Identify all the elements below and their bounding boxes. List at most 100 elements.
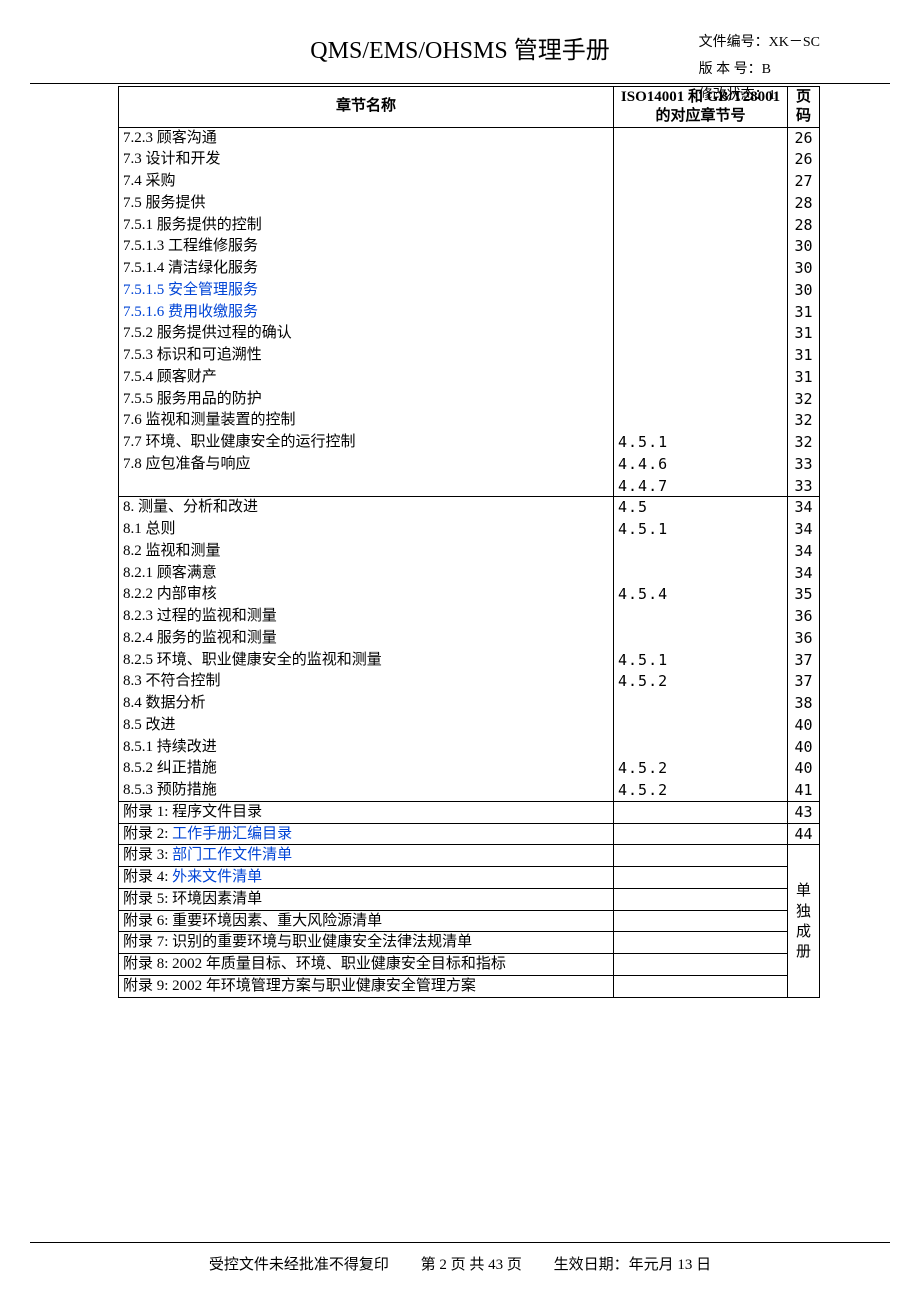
toc-sec <box>614 192 788 214</box>
toc-row: 7.3 设计和开发26 <box>119 149 820 171</box>
toc-page: 40 <box>788 736 820 758</box>
doc-no-row: 文件编号：XK－SC <box>699 30 820 57</box>
toc-sec: 4.5.2 <box>614 780 788 802</box>
toc-row: 8.5.3 预防措施4.5.241 <box>119 780 820 802</box>
toc-sec: 4.5 <box>614 497 788 519</box>
toc-page: 37 <box>788 671 820 693</box>
toc-row: 8.1 总则4.5.134 <box>119 519 820 541</box>
toc-name: 8.2.3 过程的监视和测量 <box>119 606 614 628</box>
toc-name: 7.5.1.3 工程维修服务 <box>119 236 614 258</box>
toc-sec <box>614 736 788 758</box>
appendix-name: 附录 3: 部门工作文件清单 <box>119 845 614 867</box>
appendix-merged-page: 单 独 成 册 <box>788 845 820 997</box>
appendix-sec <box>614 910 788 932</box>
toc-name: 7.5.3 标识和可追溯性 <box>119 345 614 367</box>
toc-row: 7.5.1 服务提供的控制28 <box>119 214 820 236</box>
toc-name: 7.5.1.4 清洁绿化服务 <box>119 258 614 280</box>
toc-row: 8.2.1 顾客满意34 <box>119 562 820 584</box>
toc-sec: 4.4.6 <box>614 453 788 475</box>
toc-row: 8.5.1 持续改进40 <box>119 736 820 758</box>
toc-sec: 4.5.1 <box>614 649 788 671</box>
toc-page: 30 <box>788 258 820 280</box>
appendix-name: 附录 6: 重要环境因素、重大风险源清单 <box>119 910 614 932</box>
toc-sec <box>614 236 788 258</box>
footer-mid: 第 2 页 共 43 页 <box>421 1257 522 1273</box>
toc-sec <box>614 606 788 628</box>
appendix-row: 附录 9: 2002 年环境管理方案与职业健康安全管理方案 <box>119 975 820 997</box>
appendix-name: 附录 5: 环境因素清单 <box>119 888 614 910</box>
toc-sec: 4.5.1 <box>614 519 788 541</box>
toc-row: 7.5.1.5 安全管理服务 30 <box>119 279 820 301</box>
appendix-name: 附录 7: 识别的重要环境与职业健康安全法律法规清单 <box>119 932 614 954</box>
toc-row: 8.2.3 过程的监视和测量 36 <box>119 606 820 628</box>
toc-page: 36 <box>788 606 820 628</box>
toc-sec <box>614 171 788 193</box>
appendix-name: 附录 9: 2002 年环境管理方案与职业健康安全管理方案 <box>119 975 614 997</box>
toc-row: 7.5.5 服务用品的防护 32 <box>119 388 820 410</box>
toc-row: 7.2.3 顾客沟通26 <box>119 127 820 149</box>
appendix-sec <box>614 801 788 823</box>
toc-sec <box>614 127 788 149</box>
toc-name: 8.4 数据分析 <box>119 693 614 715</box>
toc-row: 7.5.3 标识和可追溯性31 <box>119 345 820 367</box>
toc-sec: 4.5.4 <box>614 584 788 606</box>
toc-page: 34 <box>788 540 820 562</box>
toc-name: 8.3 不符合控制 <box>119 671 614 693</box>
toc-sec <box>614 540 788 562</box>
page-header: QMS/EMS/OHSMS 管理手册 文件编号：XK－SC 版 本 号：B 修改… <box>0 30 920 65</box>
toc-row: 7.5.2 服务提供过程的确认 31 <box>119 323 820 345</box>
toc-sec <box>614 562 788 584</box>
appendix-name: 附录 1: 程序文件目录 <box>119 801 614 823</box>
toc-row: 8.2.4 服务的监视和测量 36 <box>119 627 820 649</box>
appendix-row: 附录 2: 工作手册汇编目录44 <box>119 823 820 845</box>
appendix-sec <box>614 932 788 954</box>
toc-name: 8.2.1 顾客满意 <box>119 562 614 584</box>
toc-page: 36 <box>788 627 820 649</box>
toc-page: 32 <box>788 410 820 432</box>
toc-name: 7.4 采购 <box>119 171 614 193</box>
toc-page: 31 <box>788 366 820 388</box>
appendix-row: 附录 5: 环境因素清单 <box>119 888 820 910</box>
toc-page: 32 <box>788 388 820 410</box>
appendix-sec <box>614 845 788 867</box>
toc-name: 7.5.1 服务提供的控制 <box>119 214 614 236</box>
footer-right: 生效日期：年元月 13 日 <box>554 1257 712 1273</box>
toc-page: 32 <box>788 432 820 454</box>
toc-row: 8.4 数据分析 38 <box>119 693 820 715</box>
page: QMS/EMS/OHSMS 管理手册 文件编号：XK－SC 版 本 号：B 修改… <box>0 0 920 1302</box>
toc-table: 章节名称 ISO14001 和 GB/T28001 的对应章节号 页 码 7.2… <box>118 86 820 998</box>
toc-page: 34 <box>788 519 820 541</box>
toc-name: 8.2.2 内部审核 <box>119 584 614 606</box>
toc-name: 7.5.1.5 安全管理服务 <box>119 279 614 301</box>
toc-sec <box>614 714 788 736</box>
appendix-row: 附录 6: 重要环境因素、重大风险源清单 <box>119 910 820 932</box>
toc-page: 40 <box>788 758 820 780</box>
toc-name: 7.6 监视和测量装置的控制 <box>119 410 614 432</box>
toc-name: 7.5.5 服务用品的防护 <box>119 388 614 410</box>
appendix-sec <box>614 954 788 976</box>
toc-name: 8.2.4 服务的监视和测量 <box>119 627 614 649</box>
toc-row: 4.4.733 <box>119 475 820 497</box>
toc-name: 7.5.2 服务提供过程的确认 <box>119 323 614 345</box>
toc-sec <box>614 258 788 280</box>
toc-page: 37 <box>788 649 820 671</box>
toc-page: 31 <box>788 323 820 345</box>
toc-name <box>119 475 614 497</box>
footer-left: 受控文件未经批准不得复印 <box>209 1257 389 1273</box>
appendix-name: 附录 8: 2002 年质量目标、环境、职业健康安全目标和指标 <box>119 954 614 976</box>
appendix-name: 附录 4: 外来文件清单 <box>119 867 614 889</box>
toc-name: 8.5.2 纠正措施 <box>119 758 614 780</box>
toc-page: 38 <box>788 693 820 715</box>
toc-page: 30 <box>788 279 820 301</box>
toc-sec: 4.4.7 <box>614 475 788 497</box>
toc-page: 30 <box>788 236 820 258</box>
toc-sec <box>614 301 788 323</box>
toc-sec <box>614 627 788 649</box>
appendix-row: 附录 7: 识别的重要环境与职业健康安全法律法规清单 <box>119 932 820 954</box>
toc-row: 7.6 监视和测量装置的控制 32 <box>119 410 820 432</box>
toc-page: 31 <box>788 301 820 323</box>
toc-page: 27 <box>788 171 820 193</box>
appendix-row: 附录 1: 程序文件目录43 <box>119 801 820 823</box>
toc-page: 33 <box>788 453 820 475</box>
toc-row: 7.8 应包准备与响应4.4.633 <box>119 453 820 475</box>
